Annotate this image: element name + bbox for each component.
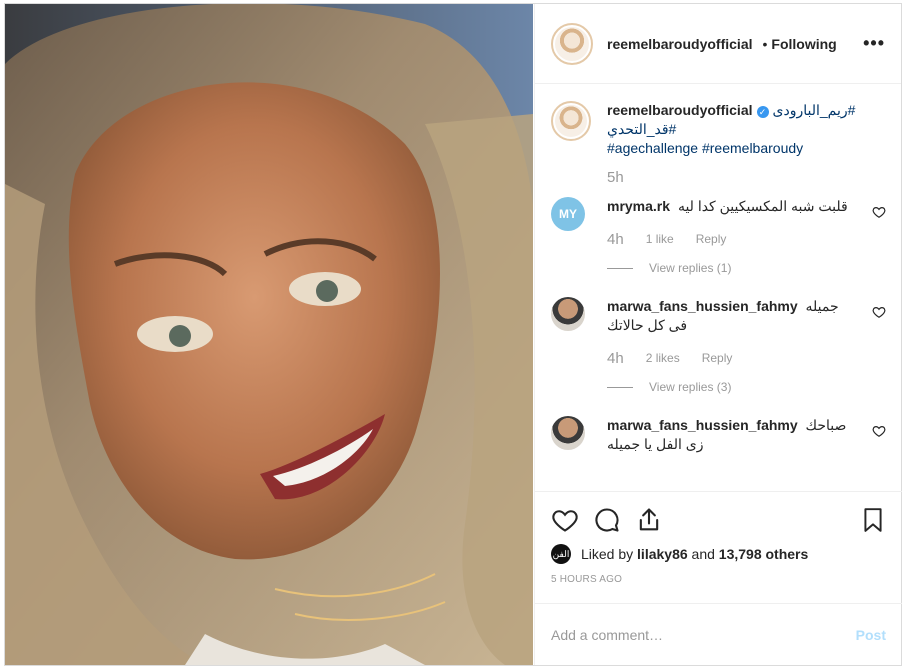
comment-text: جميله: [805, 298, 839, 314]
like-heart-icon[interactable]: [551, 506, 579, 534]
comment-username[interactable]: marwa_fans_hussien_fahmy: [607, 298, 798, 314]
post-side-panel: reemelbaroudyofficial • Following ••• re…: [534, 4, 902, 665]
share-upload-icon[interactable]: [635, 506, 663, 534]
comment-body: mryma.rk قلبت شبه المكسيكيين كدا ليه 4h …: [607, 197, 886, 249]
commenter-avatar-initials: MY: [559, 207, 577, 221]
caption-author-avatar[interactable]: [551, 101, 591, 141]
author-username[interactable]: reemelbaroudyofficial: [607, 36, 753, 52]
replies-line: [607, 386, 633, 388]
caption-time: 5h: [607, 169, 624, 186]
caption-body: reemelbaroudyofficial ✓ #ريم_البارودى #قد_…: [607, 101, 886, 187]
comment-like-count[interactable]: 1 like: [646, 230, 674, 249]
like-comment-heart-icon[interactable]: [872, 305, 886, 319]
liked-by-and: and: [691, 546, 715, 562]
hashtag-challenge-ar[interactable]: #قد_التحدي: [607, 121, 676, 137]
comment-body: marwa_fans_hussien_fahmy جميله فى كل حال…: [607, 297, 886, 368]
liked-by: الفن Liked by lilaky86 and 13,798 others: [551, 544, 886, 564]
save-bookmark-icon[interactable]: [860, 506, 886, 534]
comment-text: قلبت شبه المكسيكيين كدا ليه: [677, 198, 848, 214]
comment-text: صباحك: [805, 417, 847, 433]
view-replies-label[interactable]: View replies (3): [649, 380, 731, 394]
comment-item: marwa_fans_hussien_fahmy صباحك زى الفل ي…: [551, 416, 886, 454]
comment-text-line2: زى الفل يا جميله: [607, 436, 704, 452]
liked-by-prefix: Liked by: [581, 546, 634, 562]
liked-by-user[interactable]: lilaky86: [637, 546, 688, 562]
commenter-avatar[interactable]: [551, 416, 585, 450]
liker-avatar[interactable]: الفن: [551, 544, 571, 564]
view-replies[interactable]: View replies (3): [607, 380, 886, 394]
add-comment-bar: Post: [535, 603, 902, 665]
caption: reemelbaroudyofficial ✓ #ريم_البارودى #قد_…: [551, 101, 886, 187]
comment-body: marwa_fans_hussien_fahmy صباحك زى الفل ي…: [607, 416, 886, 454]
post-header: reemelbaroudyofficial • Following •••: [535, 4, 901, 84]
comment-like-count[interactable]: 2 likes: [646, 349, 680, 368]
like-comment-heart-icon[interactable]: [872, 205, 886, 219]
separator-dot: •: [762, 35, 768, 52]
comment-meta: 4h 1 like Reply: [607, 230, 856, 249]
reply-button[interactable]: Reply: [696, 230, 727, 249]
action-icons: [551, 504, 886, 536]
caption-username[interactable]: reemelbaroudyofficial: [607, 102, 753, 118]
comment-username[interactable]: mryma.rk: [607, 198, 670, 214]
hashtags-en[interactable]: #agechallenge #reemelbaroudy: [607, 140, 803, 156]
like-comment-heart-icon[interactable]: [872, 424, 886, 438]
more-options-icon[interactable]: •••: [863, 33, 885, 54]
post-photo[interactable]: [5, 4, 533, 665]
comment-time: 4h: [607, 350, 624, 367]
view-replies[interactable]: View replies (1): [607, 261, 886, 275]
following-button[interactable]: Following: [771, 36, 836, 52]
portrait-image: [5, 4, 533, 665]
caption-meta: 5h: [607, 168, 856, 187]
comment-time: 4h: [607, 231, 624, 248]
replies-line: [607, 267, 633, 269]
comment-meta: 4h 2 likes Reply: [607, 349, 856, 368]
author-avatar[interactable]: [551, 22, 593, 65]
comment-text-line2: فى كل حالاتك: [607, 317, 688, 333]
hashtag-reem[interactable]: #ريم_البارودى: [773, 102, 856, 118]
add-comment-input[interactable]: [551, 626, 856, 643]
comment-username[interactable]: marwa_fans_hussien_fahmy: [607, 417, 798, 433]
caption-author-avatar-image: [555, 105, 587, 137]
post-timestamp[interactable]: 5 HOURS AGO: [551, 574, 886, 585]
comment-bubble-icon[interactable]: [593, 506, 621, 534]
verified-badge-icon: ✓: [756, 106, 769, 118]
post-actions: الفن Liked by lilaky86 and 13,798 others…: [535, 491, 902, 585]
reply-button[interactable]: Reply: [702, 349, 733, 368]
instagram-post-dialog: reemelbaroudyofficial • Following ••• re…: [4, 3, 902, 666]
post-comment-button[interactable]: Post: [856, 627, 886, 643]
commenter-avatar[interactable]: MY: [551, 197, 585, 231]
view-replies-label[interactable]: View replies (1): [649, 261, 731, 275]
liked-by-count[interactable]: 13,798 others: [719, 546, 809, 562]
comment-item: marwa_fans_hussien_fahmy جميله فى كل حال…: [551, 297, 886, 368]
commenter-avatar[interactable]: [551, 297, 585, 331]
comments-list[interactable]: reemelbaroudyofficial ✓ #ريم_البارودى #قد_…: [535, 85, 902, 491]
comment-item: MY mryma.rk قلبت شبه المكسيكيين كدا ليه …: [551, 197, 886, 249]
author-avatar-image: [555, 26, 589, 61]
